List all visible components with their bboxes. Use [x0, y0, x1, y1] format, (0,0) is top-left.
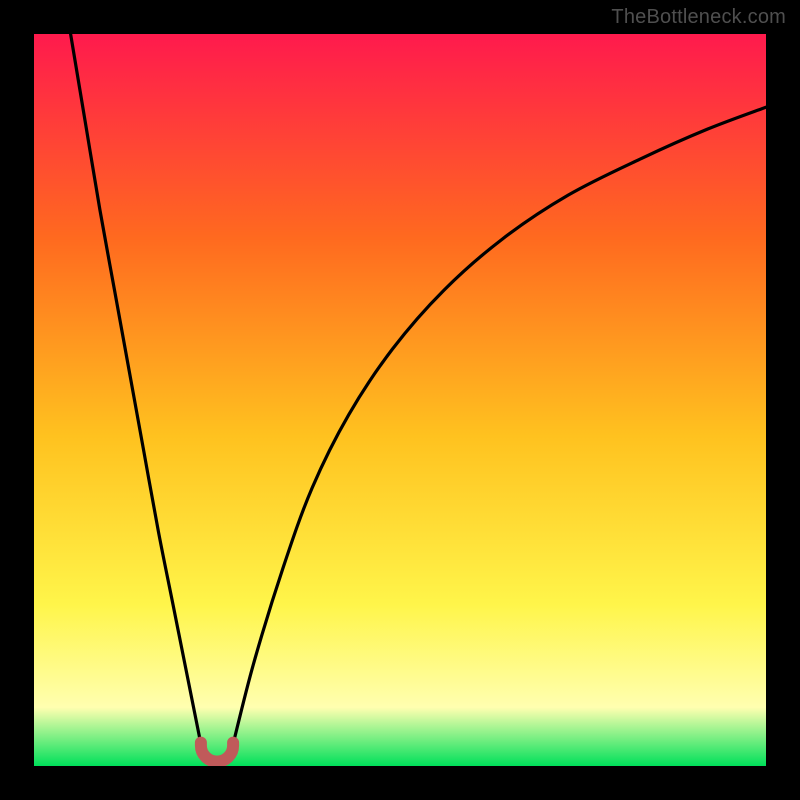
- plot-area: [34, 34, 766, 766]
- outer-frame: TheBottleneck.com: [0, 0, 800, 800]
- gradient-background: [34, 34, 766, 766]
- attribution-watermark: TheBottleneck.com: [611, 6, 786, 29]
- plot-svg: [34, 34, 766, 766]
